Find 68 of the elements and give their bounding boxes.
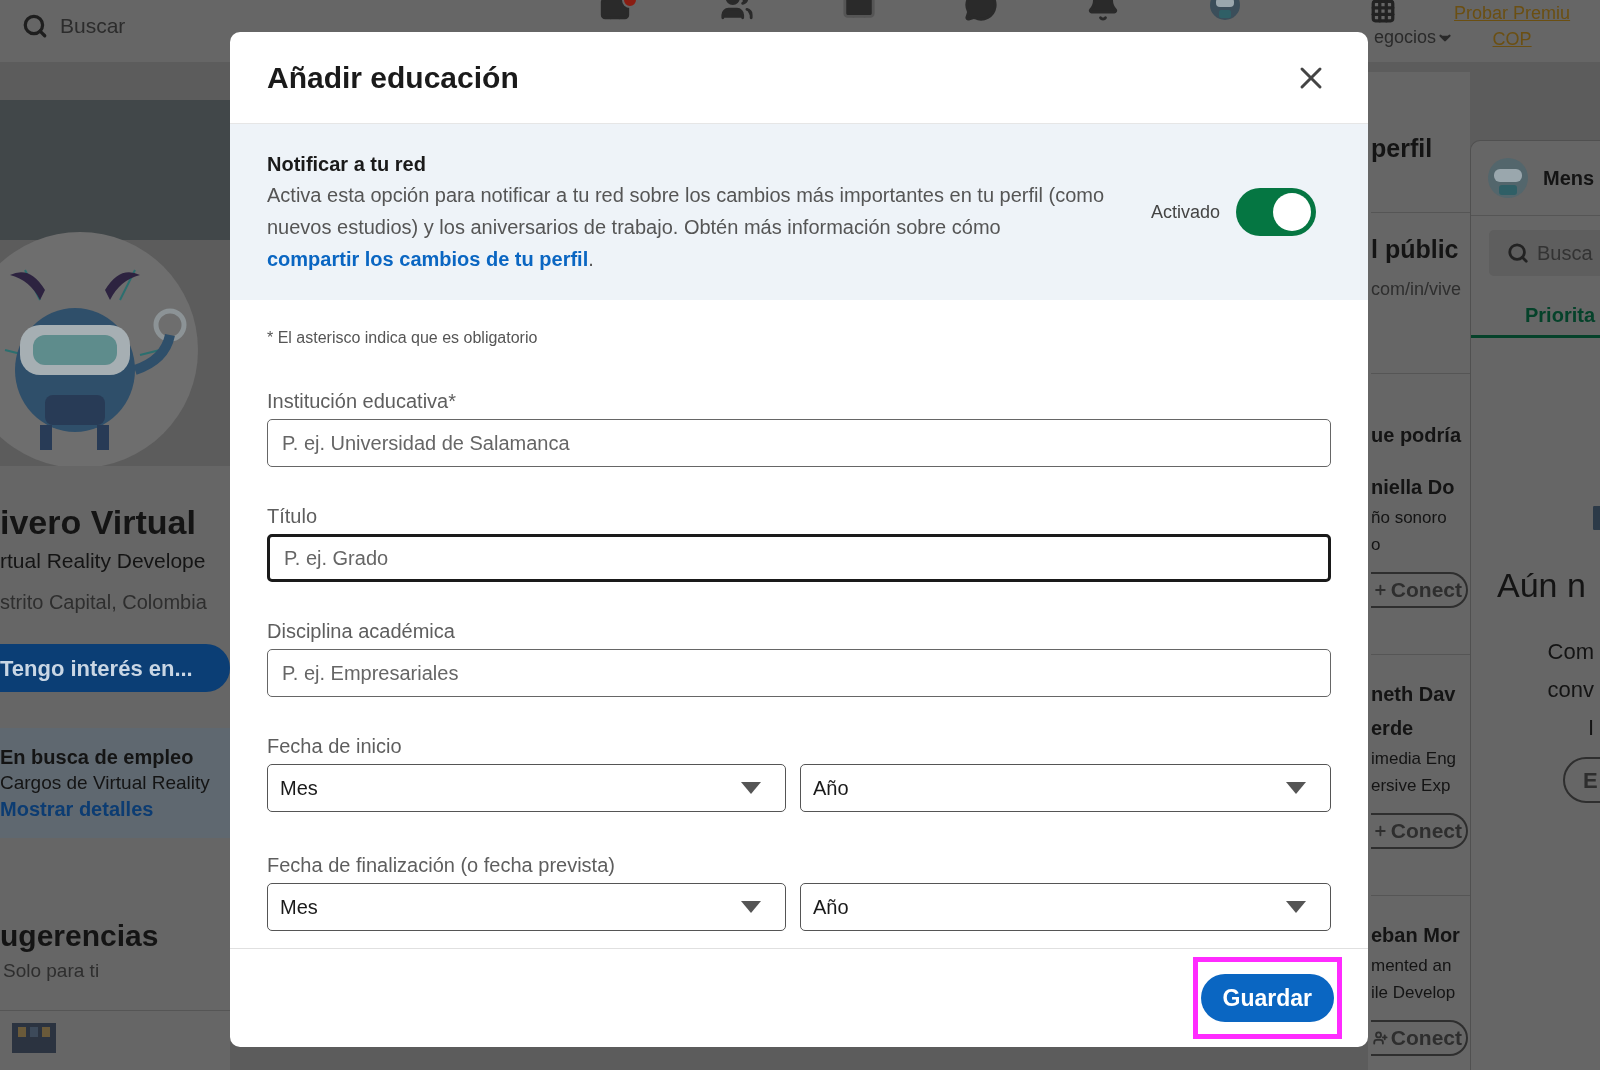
person-add-icon [1373, 1029, 1388, 1047]
profile-name: ivero Virtual [0, 502, 197, 542]
search-icon [1507, 242, 1529, 264]
business-menu[interactable]: egocios [1374, 24, 1437, 51]
text-field[interactable]: P. ej. Grado [267, 534, 1331, 582]
interest-button[interactable]: Tengo interés en... [0, 644, 230, 692]
save-button[interactable]: Guardar [1200, 974, 1334, 1022]
connect-button[interactable]: Conect [1371, 1020, 1468, 1056]
person-name[interactable]: niella Do [1371, 470, 1470, 504]
select-value: Año [813, 776, 849, 801]
field-label: Disciplina académica [267, 619, 456, 644]
dropdown-select[interactable]: Mes [267, 883, 786, 931]
empty-state-text: conv [1547, 676, 1595, 704]
person-description: imedia Eng [1371, 748, 1458, 770]
section-subtitle: Solo para ti [2, 959, 101, 983]
section-title: l públic [1371, 233, 1460, 265]
text-field[interactable]: P. ej. Empresariales [267, 649, 1331, 697]
details-link[interactable]: Mostrar detalles [0, 796, 230, 822]
section-title: ugerencias [0, 918, 160, 954]
text-field[interactable]: P. ej. Universidad de Salamanca [267, 419, 1331, 467]
person-description: mented an [1371, 955, 1453, 977]
panel-title: Mens [1543, 166, 1595, 191]
empty-state-text: I [1587, 714, 1595, 742]
notify-description: Activa esta opción para notificar a tu red sobre los cambios más importantes en tu perfil (como nuevos estudios) y los aniversarios de trabajo. Obtén más información sobre cómo compartir los cambios de tu perfil. [267, 183, 1106, 272]
empty-state-title: Aún n [1496, 565, 1587, 606]
toggle-label: Activado [1151, 200, 1221, 224]
dropdown-caret-icon [1286, 901, 1306, 913]
dropdown-select[interactable]: Año [800, 883, 1331, 931]
connect-button[interactable]: Conect [1371, 813, 1468, 849]
modal-title: Añadir educación [267, 60, 519, 96]
select-value: Año [813, 895, 849, 920]
field-label: Fecha de finalización (o fecha prevista) [267, 853, 616, 878]
connect-button[interactable]: Conect [1371, 572, 1468, 608]
section-title: ue podría [1371, 423, 1463, 448]
messaging-tab[interactable]: Priorita [1471, 294, 1600, 338]
profile-location: strito Capital, Colombia [0, 590, 208, 615]
person-name[interactable]: erde [1371, 711, 1470, 745]
person-description: ersive Exp [1371, 775, 1452, 797]
select-value: Mes [280, 776, 318, 801]
grid-logo-icon [12, 1023, 56, 1053]
card-title: En busca de empleo [0, 745, 195, 770]
search-icon [22, 12, 48, 39]
dropdown-caret-icon [1286, 782, 1306, 794]
robot-avatar-icon [1485, 155, 1531, 201]
person-description: ile Develop [1371, 982, 1457, 1004]
dropdown-caret-icon [741, 782, 761, 794]
dropdown-caret-icon [741, 901, 761, 913]
profile-headline: rtual Reality Develope [0, 548, 207, 574]
field-label: Título [267, 504, 319, 529]
profile-url: com/in/vive [1371, 278, 1463, 301]
required-note: * El asterisco indica que es obligatorio [267, 328, 539, 348]
section-title: perfil [1371, 133, 1434, 164]
select-value: Mes [280, 895, 318, 920]
card-text: Cargos de Virtual Reality [0, 771, 211, 795]
empty-state-text: Com [1547, 638, 1595, 666]
toggle-switch[interactable] [1236, 188, 1317, 236]
notify-title: Notificar a tu red [267, 152, 427, 177]
start-button[interactable]: E [1563, 757, 1600, 803]
profile-changes-link[interactable]: compartir los cambios de tu perfil [267, 248, 589, 270]
person-name[interactable]: neth Dav [1371, 677, 1470, 711]
dropdown-select[interactable]: Año [800, 764, 1331, 812]
person-name[interactable]: eban Mor [1371, 918, 1470, 952]
field-label: Institución educativa* [267, 389, 457, 414]
person-description: ño sonoro [1371, 507, 1448, 529]
dropdown-select[interactable]: Mes [267, 764, 786, 812]
person-description: o [1371, 534, 1382, 556]
search-field[interactable]: Buscar [60, 10, 126, 42]
field-label: Fecha de inicio [267, 734, 403, 759]
